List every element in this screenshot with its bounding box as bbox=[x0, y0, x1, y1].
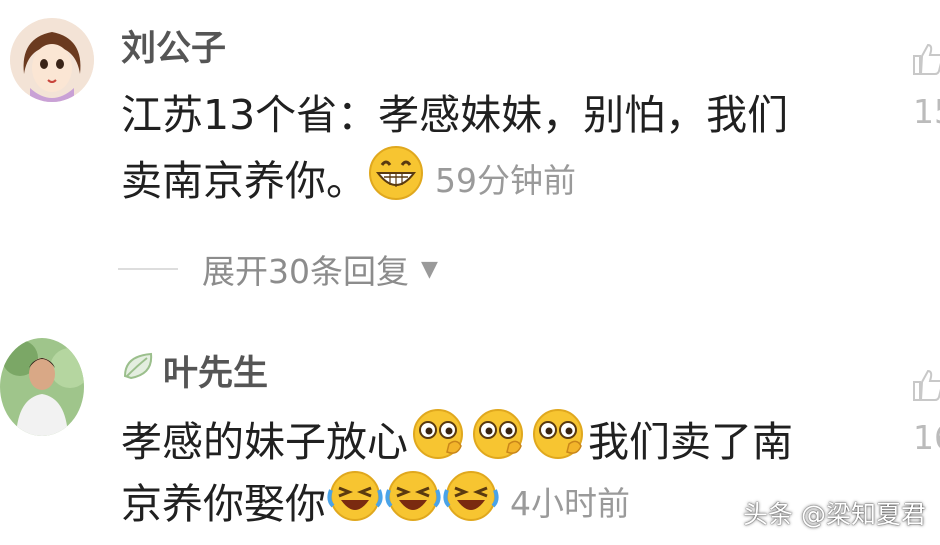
comment-text: 孝感的妹子放心 bbox=[121, 418, 408, 466]
peeking-emoji bbox=[529, 408, 587, 476]
username-text[interactable]: 叶先生 bbox=[163, 345, 268, 396]
laughing-emoji bbox=[327, 470, 383, 538]
avatar[interactable] bbox=[0, 338, 84, 436]
comment-text: 京养你娶你 bbox=[121, 480, 326, 528]
timestamp: 4小时前 bbox=[510, 484, 630, 523]
peeking-emoji bbox=[409, 408, 467, 476]
comment-text-line-1: 孝感的妹子放心 我们卖了南 bbox=[121, 408, 793, 476]
username[interactable]: 叶先生 bbox=[121, 345, 268, 396]
comment-2: 叶先生 16 孝感的妹子放心 bbox=[0, 0, 940, 545]
laughing-emoji bbox=[385, 470, 441, 538]
peeking-emoji bbox=[469, 408, 527, 476]
leaf-icon bbox=[121, 350, 157, 391]
like-count: 16 bbox=[913, 418, 940, 457]
watermark: 头条 @梁知夏君 bbox=[743, 500, 926, 529]
comment-text: 我们卖了南 bbox=[588, 418, 793, 466]
laughing-emoji bbox=[443, 470, 499, 538]
like-icon[interactable] bbox=[910, 368, 940, 402]
comment-text-line-2: 京养你娶你 4小时前 bbox=[121, 470, 630, 538]
